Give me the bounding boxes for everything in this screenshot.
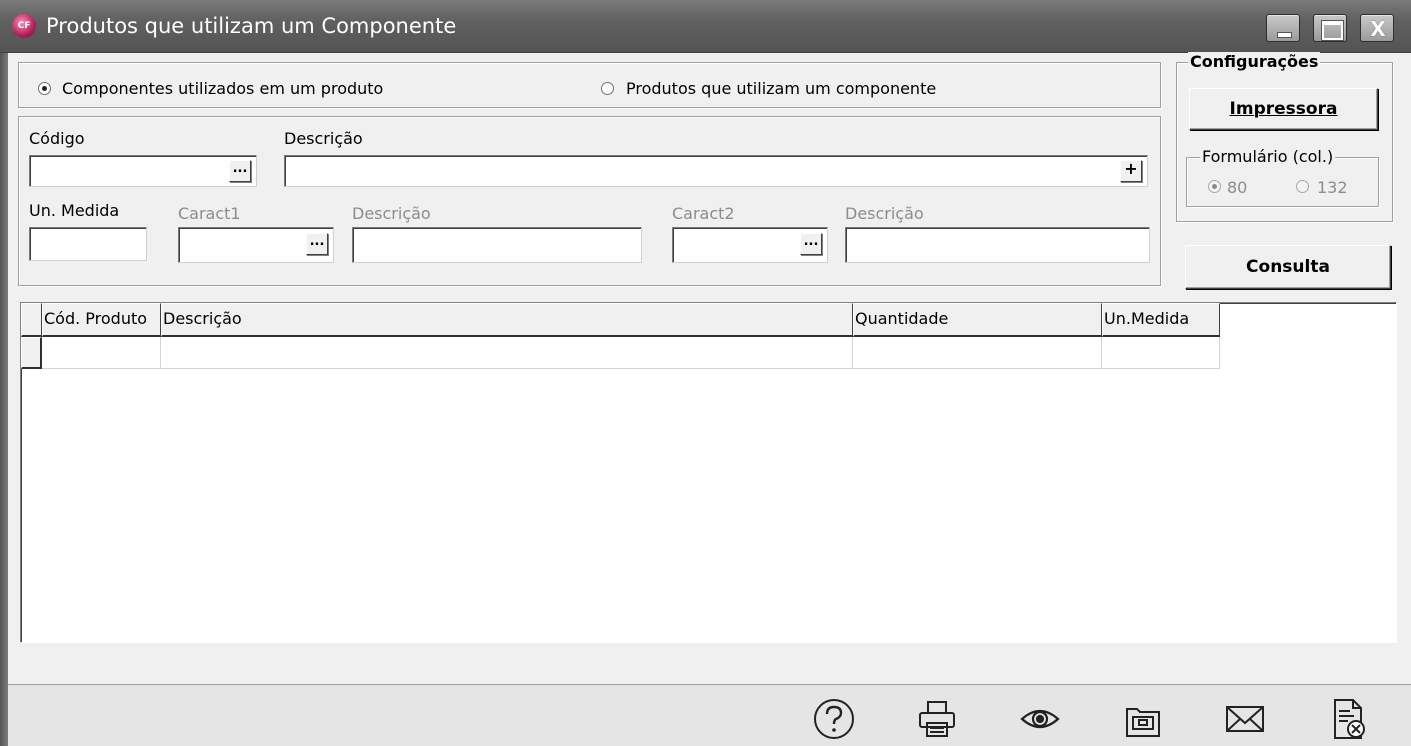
- app-icon: CF: [12, 14, 36, 38]
- form-columns-label: Formulário (col.): [1200, 147, 1336, 166]
- results-grid[interactable]: Cód. Produto Descrição Quantidade Un.Med…: [20, 302, 1397, 643]
- window: CF Produtos que utilizam um Componente X…: [0, 0, 1411, 746]
- mode-radio-components[interactable]: [38, 82, 51, 95]
- printer-button[interactable]: Impressora: [1189, 88, 1378, 130]
- descricao-label: Descrição: [284, 129, 363, 148]
- printer-icon[interactable]: [914, 696, 960, 742]
- caract2-desc-input[interactable]: [845, 227, 1150, 263]
- caract2-lookup-button[interactable]: ...: [800, 233, 822, 255]
- help-icon[interactable]: [811, 696, 857, 742]
- close-report-icon[interactable]: [1325, 696, 1371, 742]
- grid-header-quantidade[interactable]: Quantidade: [853, 303, 1102, 337]
- col80-label[interactable]: 80: [1227, 178, 1247, 197]
- config-title: Configurações: [1188, 52, 1321, 71]
- mode-label-components[interactable]: Componentes utilizados em um produto: [62, 79, 383, 98]
- minimize-button[interactable]: [1266, 14, 1300, 42]
- email-icon[interactable]: [1222, 696, 1268, 742]
- close-icon: X: [1370, 17, 1386, 41]
- caract1-desc-input[interactable]: [352, 227, 642, 263]
- table-cell[interactable]: [1102, 337, 1220, 369]
- caract1-label: Caract1: [178, 204, 241, 223]
- bottom-toolbar: [8, 684, 1411, 746]
- table-row-indicator[interactable]: [21, 337, 42, 369]
- table-cell[interactable]: [161, 337, 853, 369]
- codigo-label: Código: [29, 129, 85, 148]
- table-cell[interactable]: [853, 337, 1102, 369]
- close-button[interactable]: X: [1360, 14, 1394, 42]
- grid-header-descricao[interactable]: Descrição: [161, 303, 853, 337]
- col132-label[interactable]: 132: [1317, 178, 1348, 197]
- consulta-button[interactable]: Consulta: [1185, 245, 1391, 289]
- descricao-input[interactable]: [284, 155, 1148, 187]
- codigo-input[interactable]: [29, 155, 257, 187]
- codigo-lookup-button[interactable]: ...: [229, 160, 251, 182]
- un-medida-input[interactable]: [29, 227, 147, 261]
- maximize-button[interactable]: [1313, 14, 1347, 42]
- descricao-add-button[interactable]: +: [1120, 160, 1142, 182]
- caract2-desc-label: Descrição: [845, 204, 924, 223]
- title-bar[interactable]: CF Produtos que utilizam um Componente X: [0, 0, 1411, 53]
- window-title: Produtos que utilizam um Componente: [46, 14, 457, 38]
- mode-radio-products[interactable]: [601, 82, 614, 95]
- caract2-label: Caract2: [672, 204, 735, 223]
- mode-label-products[interactable]: Produtos que utilizam um componente: [626, 79, 936, 98]
- consulta-button-label: Consulta: [1246, 257, 1330, 277]
- printer-button-label: Impressora: [1229, 99, 1338, 119]
- preview-icon[interactable]: [1017, 696, 1063, 742]
- table-cell[interactable]: [42, 337, 161, 369]
- grid-header-cod-produto[interactable]: Cód. Produto: [42, 303, 161, 337]
- grid-corner: [21, 303, 42, 337]
- window-left-border: [0, 53, 8, 746]
- caract1-lookup-button[interactable]: ...: [306, 233, 328, 255]
- caract1-desc-label: Descrição: [352, 204, 431, 223]
- col132-radio[interactable]: [1296, 180, 1309, 193]
- grid-header-un-medida[interactable]: Un.Medida: [1102, 303, 1220, 337]
- export-icon[interactable]: [1120, 696, 1166, 742]
- un-medida-label: Un. Medida: [29, 201, 120, 220]
- col80-radio[interactable]: [1208, 180, 1221, 193]
